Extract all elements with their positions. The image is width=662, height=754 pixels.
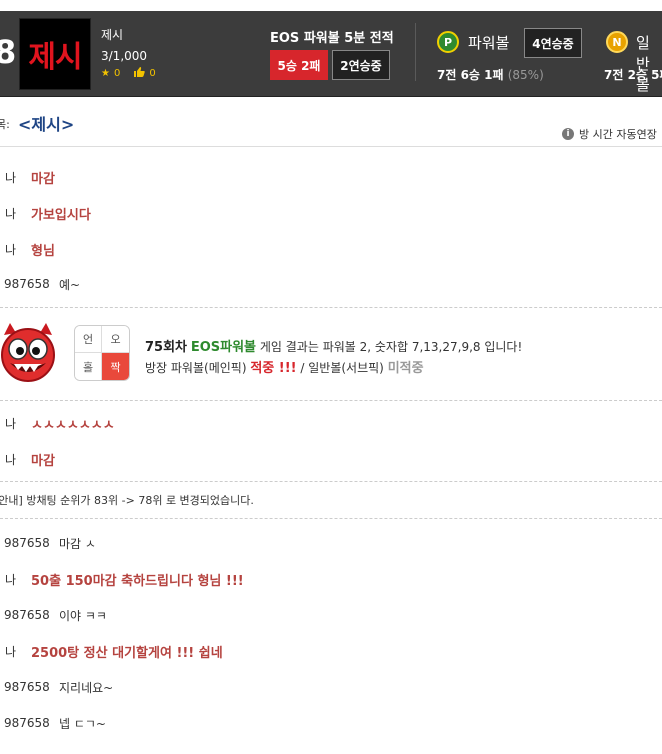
sub-pick-label: / 일반볼(서브픽) [300, 361, 384, 375]
message-text: 마감 ㅅ [59, 536, 96, 551]
title-prefix: 목: [0, 118, 10, 131]
message-sender[interactable]: 나 [5, 451, 16, 468]
chat-message: 나 ㅅㅅㅅㅅㅅㅅㅅ [0, 405, 662, 441]
thumbs-up-icon [134, 67, 146, 80]
auto-extend-info[interactable]: i 방 시간 자동연장 [562, 126, 657, 142]
room-member-count: 3/1,000 [101, 49, 148, 63]
grid-cell-even: 짝 [102, 353, 129, 380]
game-result-card: 언 오 홀 짝 75회차 EOS파워볼 게임 결과는 파워볼 2, 숫자합 7,… [0, 309, 662, 399]
room-logo-text: 제시 [28, 40, 82, 75]
message-sender[interactable]: 987658 [4, 680, 50, 694]
chat-divider [0, 400, 662, 401]
message-sender[interactable]: 나 [5, 643, 16, 660]
header-divider [415, 23, 416, 81]
record-win-loss: 5승 2패 [270, 50, 328, 80]
main-pick-label: 방장 파워볼(메인픽) [145, 361, 247, 375]
message-sender[interactable]: 987658 [4, 608, 50, 622]
powerball-icon: P [437, 31, 459, 53]
powerball-record-text: 7전 6승 1패 [437, 68, 504, 82]
message-text: 마감 [31, 171, 55, 187]
room-logo[interactable]: 제시 [19, 18, 91, 90]
message-sender[interactable]: 나 [5, 241, 16, 258]
devil-mascot-icon [0, 321, 60, 389]
message-sender[interactable]: 987658 [4, 716, 50, 730]
chat-message: 나 형님 [0, 231, 662, 267]
chat-message: 987658 이야 ㅋㅋ [0, 597, 662, 633]
message-text: 이야 ㅋㅋ [59, 608, 107, 623]
room-title-row: 목: <제시> i 방 시간 자동연장 [0, 97, 662, 147]
grid-cell-over: 오 [102, 326, 129, 353]
chat-message: 나 50출 150마감 축하드립니다 형님 !!! [0, 561, 662, 597]
sub-pick-miss: 미적중 [387, 361, 424, 376]
chat-message: 987658 마감 ㅅ [0, 525, 662, 561]
message-sender[interactable]: 987658 [4, 277, 50, 291]
powerball-label: 파워볼 [468, 34, 510, 52]
main-pick-hit: 적중 !!! [250, 361, 297, 376]
chat-message: 나 가보입시다 [0, 195, 662, 231]
record-title: EOS 파워볼 5분 전적 [270, 31, 394, 46]
normalball-icon: N [606, 31, 628, 53]
message-text: 50출 150마감 축하드립니다 형님 !!! [31, 573, 244, 589]
room-stats: ★ 0 0 [101, 67, 158, 80]
message-text: 넵 ㄷㄱ~ [59, 716, 106, 731]
message-text: 마감 [31, 453, 55, 469]
message-text: 형님 [31, 243, 55, 259]
notice-text: [안내] 방채팅 순위가 83위 -> 78위 로 변경되었습니다. [0, 494, 254, 507]
grid-cell-odd: 홀 [75, 353, 102, 380]
message-sender[interactable]: 987658 [4, 536, 50, 550]
star-count: 0 [113, 68, 121, 79]
side-number: 8 [0, 33, 16, 71]
normalball-record: 7전 2승 5패 [604, 68, 662, 82]
message-sender[interactable]: 나 [5, 571, 16, 588]
record-streak: 2연승중 [332, 50, 390, 80]
chat-divider [0, 307, 662, 308]
chat-message: 987658 지리네요~ [0, 669, 662, 705]
powerball-record: 7전 6승 1패 (85%) [437, 66, 544, 83]
message-text: 예~ [59, 277, 81, 292]
grid-cell-under: 언 [75, 326, 102, 353]
message-sender[interactable]: 나 [5, 205, 16, 222]
game-name: EOS파워볼 [190, 340, 257, 355]
message-sender[interactable]: 나 [5, 169, 16, 186]
powerball-record-pct: (85%) [507, 68, 544, 82]
chat-message: 987658 넵 ㄷㄱ~ [0, 705, 662, 741]
room-name: 제시 [101, 28, 124, 42]
info-icon: i [562, 128, 574, 140]
result-detail: 게임 결과는 파워볼 2, 숫자합 7,13,27,9,8 입니다! [259, 340, 523, 354]
chat-message: 987658 예~ [0, 266, 662, 302]
odd-even-grid: 언 오 홀 짝 [74, 325, 130, 381]
pick-result: 방장 파워볼(메인픽) 적중 !!! / 일반볼(서브픽) 미적중 [145, 357, 424, 376]
room-title: <제시> [18, 115, 75, 134]
normalball-label: 일반볼 [636, 34, 650, 94]
room-header: 8 제시 제시 3/1,000 ★ 0 0 EOS 파워볼 5분 전적 5승 2… [0, 11, 662, 97]
round-number: 75회차 [145, 340, 188, 355]
star-icon: ★ [101, 68, 110, 79]
chat-message: 나 마감 [0, 159, 662, 195]
chat-divider [0, 481, 662, 482]
system-notice: [안내] 방채팅 순위가 83위 -> 78위 로 변경되었습니다. [0, 485, 662, 515]
message-text: 지리네요~ [59, 680, 114, 695]
message-text: 2500탕 정산 대기할게여 !!! 쉽네 [31, 645, 223, 661]
chat-message: 나 2500탕 정산 대기할게여 !!! 쉽네 [0, 633, 662, 669]
like-count: 0 [149, 68, 156, 79]
chat-message: 나 마감 [0, 441, 662, 477]
message-text: ㅅㅅㅅㅅㅅㅅㅅ [31, 417, 115, 433]
auto-extend-label: 방 시간 자동연장 [579, 128, 657, 141]
message-text: 가보입시다 [31, 207, 91, 223]
powerball-streak: 4연승중 [524, 28, 582, 58]
top-strip [0, 0, 662, 11]
chat-divider [0, 518, 662, 519]
message-sender[interactable]: 나 [5, 415, 16, 432]
result-summary: 75회차 EOS파워볼 게임 결과는 파워볼 2, 숫자합 7,13,27,9,… [145, 336, 522, 355]
